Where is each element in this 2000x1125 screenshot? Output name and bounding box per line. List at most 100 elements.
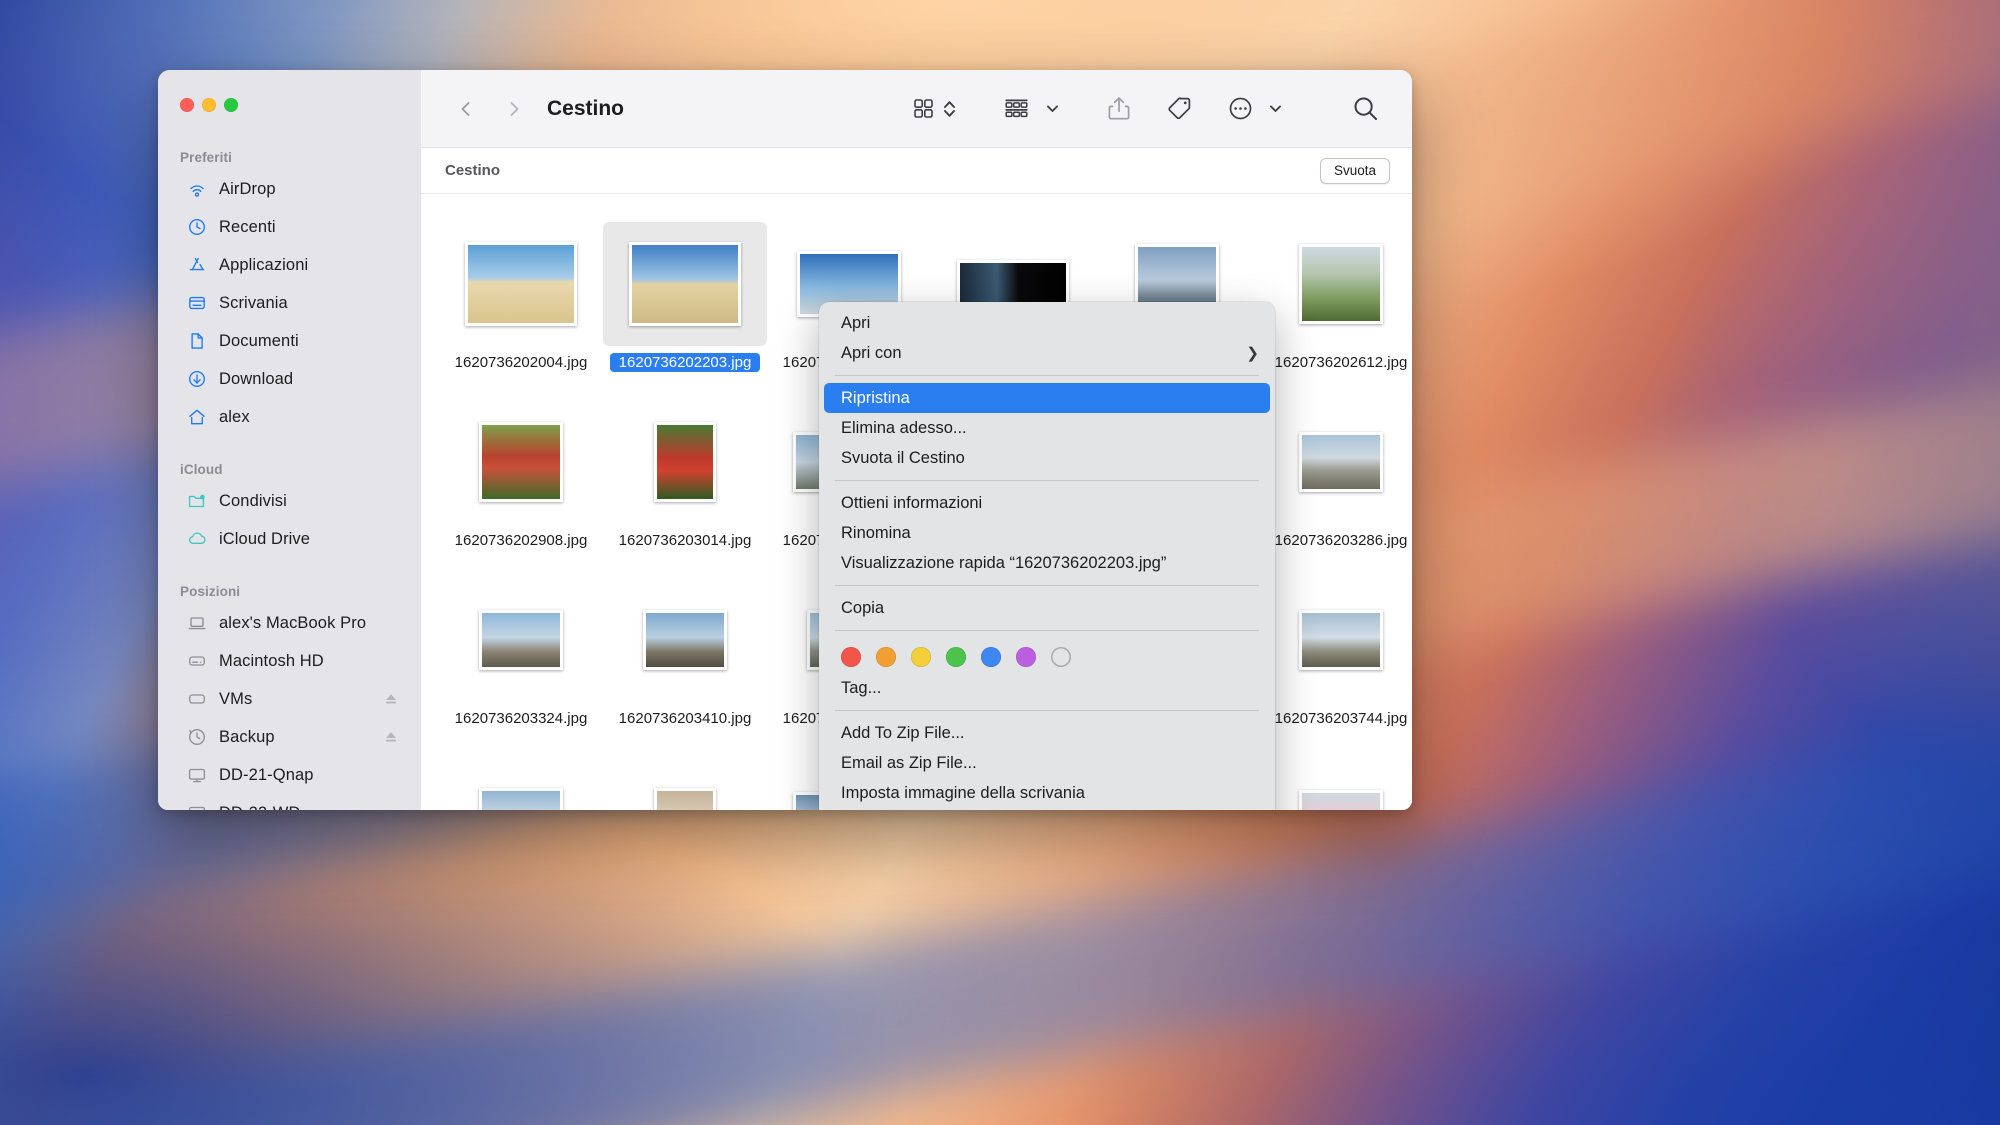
tag-color-swatch-3[interactable] <box>946 647 966 667</box>
back-button[interactable] <box>449 92 483 126</box>
menu-item-svuota-il-cestino[interactable]: Svuota il Cestino <box>819 443 1275 473</box>
sidebar-item-label: Documenti <box>219 331 299 350</box>
sidebar-item-icloud-drive[interactable]: iCloud Drive <box>166 520 413 558</box>
menu-item-rinomina[interactable]: Rinomina <box>819 518 1275 548</box>
file-thumbnail <box>1259 756 1412 810</box>
file-item[interactable]: 1620736202004.jpg <box>439 216 603 394</box>
file-name-label: 1620736202004.jpg <box>454 354 588 371</box>
minimize-button[interactable] <box>202 98 216 112</box>
menu-item-copia[interactable]: Copia <box>819 593 1275 623</box>
server-icon <box>186 764 208 786</box>
tag-color-swatch-5[interactable] <box>1016 647 1036 667</box>
search-button[interactable] <box>1345 92 1386 126</box>
menu-separator <box>835 710 1259 711</box>
group-by-icon <box>1003 96 1030 121</box>
toolbar: Cestino <box>421 70 1412 148</box>
eject-icon[interactable] <box>383 729 399 745</box>
menu-item-ottieni-informazioni[interactable]: Ottieni informazioni <box>819 488 1275 518</box>
tag-color-swatch-1[interactable] <box>876 647 896 667</box>
file-item[interactable]: 1620736204101.jpg <box>1259 750 1412 810</box>
document-icon <box>186 330 208 352</box>
chevron-down-icon <box>1045 101 1060 116</box>
context-menu[interactable]: Apri Apri con ❯ Ripristina Elimina adesso...… <box>819 302 1275 810</box>
tag-color-swatch-4[interactable] <box>981 647 1001 667</box>
sidebar-item-macintosh-hd[interactable]: Macintosh HD <box>166 642 413 680</box>
tag-color-swatch-0[interactable] <box>841 647 861 667</box>
share-button[interactable] <box>1100 92 1138 126</box>
menu-item-label: Apri <box>841 313 871 332</box>
file-item[interactable]: 1620736202203.jpg <box>603 216 767 394</box>
sidebar-item-condivisi[interactable]: Condivisi <box>166 482 413 520</box>
file-thumbnail <box>439 400 603 524</box>
file-item[interactable]: 1620736202612.jpg <box>1259 216 1412 394</box>
sidebar-item-alex[interactable]: alex <box>166 398 413 436</box>
menu-item-tag[interactable]: Tag... <box>819 673 1275 703</box>
menu-item-visualizzazione-rapida-16207362022[interactable]: Visualizzazione rapida “1620736202203.jp… <box>819 548 1275 578</box>
sidebar-item-download[interactable]: Download <box>166 360 413 398</box>
file-item[interactable]: 1620736203866.jpg <box>603 750 767 810</box>
desktop-wallpaper: Preferiti AirDrop Recenti Applicazioni Scriv… <box>0 0 2000 1125</box>
menu-item-label: Tag... <box>841 678 882 697</box>
menu-item-label: Copia <box>841 598 885 617</box>
menu-item-mostra-in-commander-one[interactable]: Mostra in Commander One <box>819 808 1275 810</box>
sidebar-item-recenti[interactable]: Recenti <box>166 208 413 246</box>
tag-color-row[interactable] <box>819 638 1275 673</box>
sidebar-item-airdrop[interactable]: AirDrop <box>166 170 413 208</box>
file-thumbnail <box>439 578 603 702</box>
server-icon <box>186 802 208 810</box>
file-item[interactable]: 1620736203324.jpg <box>439 572 603 750</box>
menu-item-imposta-immagine-della-scrivania[interactable]: Imposta immagine della scrivania <box>819 778 1275 808</box>
menu-item-label: Ripristina <box>841 388 910 407</box>
icon-view-grid-icon <box>911 96 936 121</box>
menu-separator <box>835 375 1259 376</box>
file-item[interactable]: 1620736203801.jpg <box>439 750 603 810</box>
menu-separator <box>835 630 1259 631</box>
externaldisk-icon <box>186 688 208 710</box>
chevron-down-icon <box>1268 101 1283 116</box>
file-item[interactable]: 1620736203744.jpg <box>1259 572 1412 750</box>
menu-item-ripristina[interactable]: Ripristina <box>824 383 1270 413</box>
shared-folder-icon <box>186 490 208 512</box>
harddisk-icon <box>186 650 208 672</box>
sidebar-item-dd-21-qnap[interactable]: DD-21-Qnap <box>166 756 413 794</box>
sidebar-item-dd-22-wd[interactable]: DD-22-WD <box>166 794 413 810</box>
sidebar-item-alex-s-macbook-pro[interactable]: alex's MacBook Pro <box>166 604 413 642</box>
tag-color-swatch-2[interactable] <box>911 647 931 667</box>
sidebar: Preferiti AirDrop Recenti Applicazioni Scriv… <box>158 70 421 810</box>
sidebar-item-backup[interactable]: Backup <box>166 718 413 756</box>
view-mode-button[interactable] <box>905 92 963 126</box>
applications-icon <box>186 254 208 276</box>
tag-color-none-swatch[interactable] <box>1051 647 1071 667</box>
file-item[interactable]: 1620736203014.jpg <box>603 394 767 572</box>
file-item[interactable]: 1620736203286.jpg <box>1259 394 1412 572</box>
forward-button[interactable] <box>497 92 531 126</box>
close-button[interactable] <box>180 98 194 112</box>
group-by-button[interactable] <box>997 92 1066 126</box>
eject-icon[interactable] <box>383 691 399 707</box>
path-bar: Cestino Svuota <box>421 148 1412 194</box>
sidebar-section-title: Preferiti <box>180 150 232 165</box>
menu-item-apri[interactable]: Apri <box>819 308 1275 338</box>
file-item[interactable]: 1620736203410.jpg <box>603 572 767 750</box>
chevron-right-icon: ❯ <box>1246 345 1259 362</box>
empty-trash-button[interactable]: Svuota <box>1319 157 1390 184</box>
file-name-label: 1620736202612.jpg <box>1274 354 1408 371</box>
sidebar-item-documenti[interactable]: Documenti <box>166 322 413 360</box>
menu-separator <box>835 480 1259 481</box>
file-name-label: 1620736203014.jpg <box>618 532 752 549</box>
menu-item-elimina-adesso[interactable]: Elimina adesso... <box>819 413 1275 443</box>
menu-item-add-to-zip-file[interactable]: Add To Zip File... <box>819 718 1275 748</box>
sidebar-item-scrivania[interactable]: Scrivania <box>166 284 413 322</box>
airdrop-icon <box>186 178 208 200</box>
sidebar-item-applicazioni[interactable]: Applicazioni <box>166 246 413 284</box>
menu-item-label: Apri con <box>841 343 902 362</box>
file-item[interactable]: 1620736202908.jpg <box>439 394 603 572</box>
menu-item-email-as-zip-file[interactable]: Email as Zip File... <box>819 748 1275 778</box>
thumbnail-image <box>1299 244 1383 324</box>
more-actions-button[interactable] <box>1221 92 1289 126</box>
zoom-button[interactable] <box>224 98 238 112</box>
thumbnail-image <box>654 422 716 502</box>
sidebar-item-vms[interactable]: VMs <box>166 680 413 718</box>
tag-button[interactable] <box>1160 92 1199 126</box>
menu-item-apri-con[interactable]: Apri con ❯ <box>819 338 1275 368</box>
